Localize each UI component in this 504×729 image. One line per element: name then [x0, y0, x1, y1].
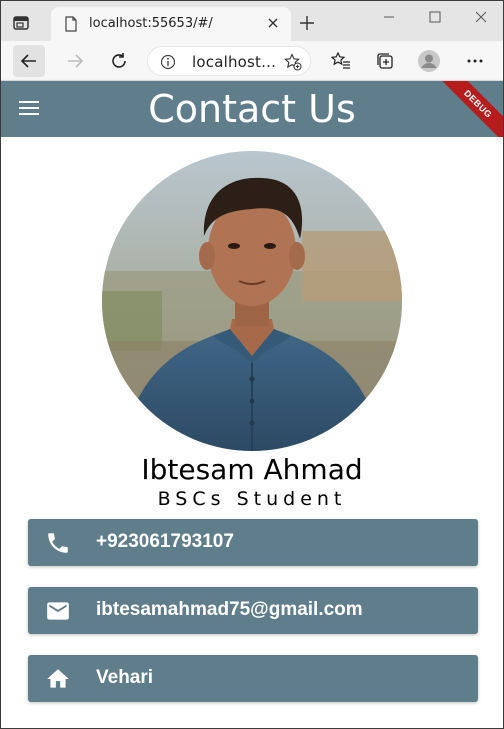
profile-role: BSCs Student: [157, 488, 347, 510]
reload-icon: [112, 53, 126, 68]
window-close-icon[interactable]: [473, 9, 489, 25]
forward-arrow-icon: [68, 54, 84, 68]
email-card[interactable]: ibtesamahmad75@gmail.com: [28, 587, 478, 634]
reload-button[interactable]: [103, 45, 135, 77]
browser-toolbar: localhost...: [1, 41, 503, 81]
new-tab-icon[interactable]: [299, 15, 315, 31]
back-button[interactable]: [13, 45, 45, 77]
avatar-icon: [418, 50, 440, 72]
phone-text: +923061793107: [96, 531, 234, 552]
forward-button[interactable]: [59, 45, 91, 77]
browser-tab[interactable]: localhost:55653/#/: [51, 7, 291, 41]
home-icon: [45, 666, 71, 692]
mail-icon: [45, 598, 71, 624]
tab-strip: localhost:55653/#/: [1, 1, 503, 41]
minimize-icon[interactable]: [381, 9, 397, 25]
browser-window: localhost:55653/#/ localhost... Contact …: [0, 0, 504, 729]
profile-photo: [102, 151, 402, 451]
tab-title: localhost:55653/#/: [89, 16, 213, 31]
favorites-button[interactable]: [325, 45, 357, 77]
profile-button[interactable]: [413, 45, 445, 77]
phone-icon: [45, 530, 71, 556]
collections-button[interactable]: [369, 45, 401, 77]
info-icon[interactable]: [160, 54, 176, 70]
main-content: Ibtesam Ahmad BSCs Student +923061793107…: [1, 137, 503, 728]
more-icon: [467, 59, 483, 63]
favorites-icon: [331, 51, 350, 69]
phone-card[interactable]: +923061793107: [28, 519, 478, 566]
app-bar: Contact Us DEBUG: [1, 81, 503, 137]
back-arrow-icon: [20, 54, 36, 68]
home-card[interactable]: Vehari: [28, 655, 478, 702]
page-icon: [63, 16, 79, 32]
close-tab-icon[interactable]: [265, 15, 281, 31]
profile-name: Ibtesam Ahmad: [141, 453, 363, 486]
page-title: Contact Us: [148, 87, 356, 131]
add-favorite-icon[interactable]: [284, 53, 302, 71]
collections-icon: [377, 53, 393, 69]
address-bar[interactable]: localhost...: [147, 46, 311, 76]
maximize-icon[interactable]: [427, 9, 443, 25]
more-button[interactable]: [459, 45, 491, 77]
tab-actions-icon[interactable]: [11, 13, 31, 33]
address-text[interactable]: localhost...: [192, 53, 276, 71]
email-text: ibtesamahmad75@gmail.com: [96, 599, 363, 620]
home-text: Vehari: [96, 667, 154, 688]
